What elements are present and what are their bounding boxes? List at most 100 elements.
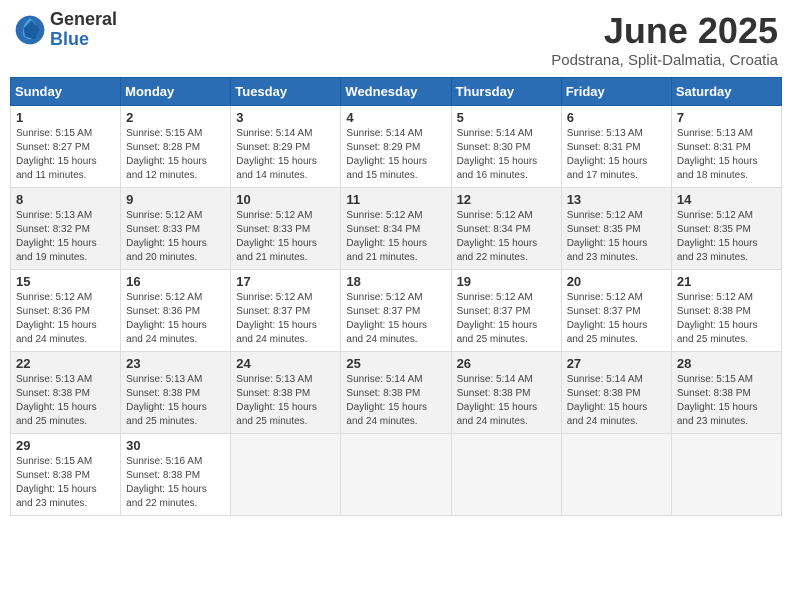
day-info: Sunrise: 5:12 AM Sunset: 8:37 PM Dayligh… xyxy=(236,291,335,347)
sunset-text: Sunset: 8:38 PM xyxy=(346,388,420,399)
weekday-header-row: Sunday Monday Tuesday Wednesday Thursday… xyxy=(11,78,782,106)
day-number: 7 xyxy=(677,110,776,125)
sunset-text: Sunset: 8:33 PM xyxy=(236,224,310,235)
day-number: 3 xyxy=(236,110,335,125)
day-info: Sunrise: 5:15 AM Sunset: 8:28 PM Dayligh… xyxy=(126,127,225,183)
daylight-text: Daylight: 15 hours and 25 minutes. xyxy=(457,320,538,345)
daylight-text: Daylight: 15 hours and 24 minutes. xyxy=(567,402,648,427)
day-number: 29 xyxy=(16,438,115,453)
sunset-text: Sunset: 8:38 PM xyxy=(457,388,531,399)
day-number: 2 xyxy=(126,110,225,125)
day-number: 25 xyxy=(346,356,445,371)
day-number: 21 xyxy=(677,274,776,289)
sunset-text: Sunset: 8:34 PM xyxy=(346,224,420,235)
sunrise-text: Sunrise: 5:16 AM xyxy=(126,456,202,467)
daylight-text: Daylight: 15 hours and 25 minutes. xyxy=(16,402,97,427)
day-cell xyxy=(561,434,671,516)
day-cell: 18 Sunrise: 5:12 AM Sunset: 8:37 PM Dayl… xyxy=(341,270,451,352)
day-cell: 21 Sunrise: 5:12 AM Sunset: 8:38 PM Dayl… xyxy=(671,270,781,352)
sunset-text: Sunset: 8:31 PM xyxy=(677,142,751,153)
week-row-3: 15 Sunrise: 5:12 AM Sunset: 8:36 PM Dayl… xyxy=(11,270,782,352)
daylight-text: Daylight: 15 hours and 23 minutes. xyxy=(677,402,758,427)
sunset-text: Sunset: 8:36 PM xyxy=(16,306,90,317)
sunset-text: Sunset: 8:37 PM xyxy=(346,306,420,317)
daylight-text: Daylight: 15 hours and 21 minutes. xyxy=(346,238,427,263)
day-number: 28 xyxy=(677,356,776,371)
day-number: 17 xyxy=(236,274,335,289)
title-area: June 2025 Podstrana, Split-Dalmatia, Cro… xyxy=(551,10,778,69)
sunset-text: Sunset: 8:28 PM xyxy=(126,142,200,153)
day-cell: 1 Sunrise: 5:15 AM Sunset: 8:27 PM Dayli… xyxy=(11,106,121,188)
daylight-text: Daylight: 15 hours and 22 minutes. xyxy=(457,238,538,263)
sunset-text: Sunset: 8:31 PM xyxy=(567,142,641,153)
day-cell: 20 Sunrise: 5:12 AM Sunset: 8:37 PM Dayl… xyxy=(561,270,671,352)
day-info: Sunrise: 5:12 AM Sunset: 8:34 PM Dayligh… xyxy=(457,209,556,265)
sunset-text: Sunset: 8:34 PM xyxy=(457,224,531,235)
day-number: 6 xyxy=(567,110,666,125)
sunrise-text: Sunrise: 5:12 AM xyxy=(567,292,643,303)
daylight-text: Daylight: 15 hours and 11 minutes. xyxy=(16,156,97,181)
day-number: 23 xyxy=(126,356,225,371)
week-row-2: 8 Sunrise: 5:13 AM Sunset: 8:32 PM Dayli… xyxy=(11,188,782,270)
sunrise-text: Sunrise: 5:12 AM xyxy=(346,210,422,221)
sunrise-text: Sunrise: 5:12 AM xyxy=(16,292,92,303)
daylight-text: Daylight: 15 hours and 20 minutes. xyxy=(126,238,207,263)
day-number: 12 xyxy=(457,192,556,207)
sunrise-text: Sunrise: 5:12 AM xyxy=(457,292,533,303)
day-info: Sunrise: 5:12 AM Sunset: 8:37 PM Dayligh… xyxy=(457,291,556,347)
day-cell: 7 Sunrise: 5:13 AM Sunset: 8:31 PM Dayli… xyxy=(671,106,781,188)
sunrise-text: Sunrise: 5:14 AM xyxy=(346,128,422,139)
sunset-text: Sunset: 8:38 PM xyxy=(126,388,200,399)
sunrise-text: Sunrise: 5:15 AM xyxy=(16,128,92,139)
sunset-text: Sunset: 8:37 PM xyxy=(567,306,641,317)
day-number: 15 xyxy=(16,274,115,289)
day-cell: 2 Sunrise: 5:15 AM Sunset: 8:28 PM Dayli… xyxy=(121,106,231,188)
daylight-text: Daylight: 15 hours and 25 minutes. xyxy=(677,320,758,345)
day-cell: 22 Sunrise: 5:13 AM Sunset: 8:38 PM Dayl… xyxy=(11,352,121,434)
day-number: 1 xyxy=(16,110,115,125)
day-cell: 3 Sunrise: 5:14 AM Sunset: 8:29 PM Dayli… xyxy=(231,106,341,188)
day-info: Sunrise: 5:13 AM Sunset: 8:38 PM Dayligh… xyxy=(16,373,115,429)
logo-text: General Blue xyxy=(50,10,117,50)
daylight-text: Daylight: 15 hours and 24 minutes. xyxy=(346,320,427,345)
day-info: Sunrise: 5:16 AM Sunset: 8:38 PM Dayligh… xyxy=(126,455,225,511)
daylight-text: Daylight: 15 hours and 15 minutes. xyxy=(346,156,427,181)
day-cell: 29 Sunrise: 5:15 AM Sunset: 8:38 PM Dayl… xyxy=(11,434,121,516)
daylight-text: Daylight: 15 hours and 23 minutes. xyxy=(567,238,648,263)
day-info: Sunrise: 5:13 AM Sunset: 8:31 PM Dayligh… xyxy=(677,127,776,183)
daylight-text: Daylight: 15 hours and 25 minutes. xyxy=(126,402,207,427)
day-info: Sunrise: 5:12 AM Sunset: 8:38 PM Dayligh… xyxy=(677,291,776,347)
day-cell: 27 Sunrise: 5:14 AM Sunset: 8:38 PM Dayl… xyxy=(561,352,671,434)
sunset-text: Sunset: 8:29 PM xyxy=(346,142,420,153)
sunrise-text: Sunrise: 5:14 AM xyxy=(457,374,533,385)
day-cell: 24 Sunrise: 5:13 AM Sunset: 8:38 PM Dayl… xyxy=(231,352,341,434)
day-info: Sunrise: 5:15 AM Sunset: 8:27 PM Dayligh… xyxy=(16,127,115,183)
day-cell: 12 Sunrise: 5:12 AM Sunset: 8:34 PM Dayl… xyxy=(451,188,561,270)
sunrise-text: Sunrise: 5:14 AM xyxy=(567,374,643,385)
sunrise-text: Sunrise: 5:12 AM xyxy=(567,210,643,221)
day-info: Sunrise: 5:14 AM Sunset: 8:29 PM Dayligh… xyxy=(236,127,335,183)
daylight-text: Daylight: 15 hours and 16 minutes. xyxy=(457,156,538,181)
sunset-text: Sunset: 8:38 PM xyxy=(677,306,751,317)
day-info: Sunrise: 5:13 AM Sunset: 8:38 PM Dayligh… xyxy=(236,373,335,429)
month-title: June 2025 xyxy=(551,10,778,52)
day-info: Sunrise: 5:12 AM Sunset: 8:36 PM Dayligh… xyxy=(126,291,225,347)
sunrise-text: Sunrise: 5:12 AM xyxy=(677,292,753,303)
daylight-text: Daylight: 15 hours and 25 minutes. xyxy=(567,320,648,345)
calendar: Sunday Monday Tuesday Wednesday Thursday… xyxy=(10,77,782,516)
day-cell: 6 Sunrise: 5:13 AM Sunset: 8:31 PM Dayli… xyxy=(561,106,671,188)
day-info: Sunrise: 5:13 AM Sunset: 8:38 PM Dayligh… xyxy=(126,373,225,429)
daylight-text: Daylight: 15 hours and 23 minutes. xyxy=(677,238,758,263)
sunset-text: Sunset: 8:30 PM xyxy=(457,142,531,153)
header-saturday: Saturday xyxy=(671,78,781,106)
day-cell: 28 Sunrise: 5:15 AM Sunset: 8:38 PM Dayl… xyxy=(671,352,781,434)
sunset-text: Sunset: 8:35 PM xyxy=(677,224,751,235)
sunrise-text: Sunrise: 5:13 AM xyxy=(16,210,92,221)
header-tuesday: Tuesday xyxy=(231,78,341,106)
day-cell: 16 Sunrise: 5:12 AM Sunset: 8:36 PM Dayl… xyxy=(121,270,231,352)
sunset-text: Sunset: 8:38 PM xyxy=(236,388,310,399)
day-info: Sunrise: 5:12 AM Sunset: 8:33 PM Dayligh… xyxy=(126,209,225,265)
daylight-text: Daylight: 15 hours and 12 minutes. xyxy=(126,156,207,181)
day-number: 5 xyxy=(457,110,556,125)
day-number: 13 xyxy=(567,192,666,207)
